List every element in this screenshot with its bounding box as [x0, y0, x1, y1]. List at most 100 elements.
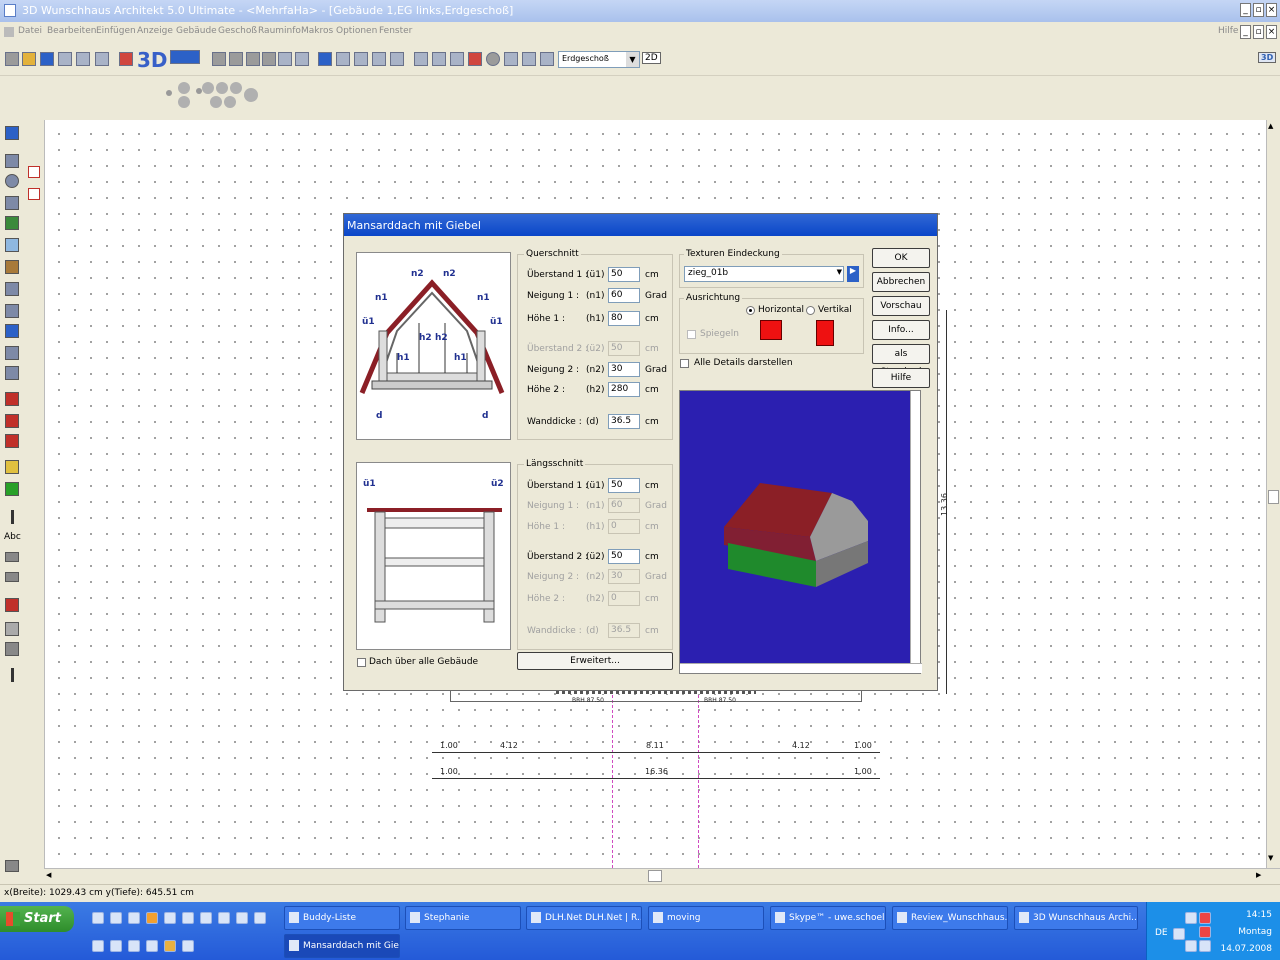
querschnitt-input-0[interactable]: 50	[608, 267, 640, 282]
tray-icon[interactable]	[1199, 926, 1211, 938]
horizontal-radio[interactable]	[746, 306, 755, 315]
alle-details-checkbox[interactable]	[680, 359, 689, 368]
laengsschnitt-input-6[interactable]: 36.5	[608, 623, 640, 638]
scroll-up-icon[interactable]: ▲	[1268, 122, 1273, 130]
menu-datei[interactable]: Datei	[18, 26, 42, 36]
dot-small-icon[interactable]	[196, 88, 202, 94]
task-review[interactable]: Review_Wunschhaus...	[892, 906, 1008, 930]
texture-browse-icon[interactable]: ▶	[847, 266, 859, 282]
laengsschnitt-input-0[interactable]: 50	[608, 478, 640, 493]
task-buddy-liste[interactable]: Buddy-Liste	[284, 906, 400, 930]
scroll-right-icon[interactable]: ▶	[1256, 871, 1261, 879]
texture-select[interactable]: zieg_01b ▼	[684, 266, 844, 282]
preview-vscroll[interactable]	[910, 391, 920, 665]
print-preview-icon[interactable]	[76, 52, 90, 66]
task-mansarddach[interactable]: Mansarddach mit Giebel	[284, 934, 400, 958]
menu-gebaeude[interactable]: Gebäude	[176, 26, 217, 36]
quicklaunch-icon[interactable]	[92, 912, 104, 924]
querschnitt-input-3[interactable]: 50	[608, 341, 640, 356]
vertical-scrollbar[interactable]: ▲ ▼	[1266, 120, 1280, 868]
horizontal-texture-swatch[interactable]	[760, 320, 782, 340]
quicklaunch-icon[interactable]	[164, 940, 176, 952]
3d-preview[interactable]	[679, 390, 922, 674]
text-ab-icon[interactable]	[504, 52, 518, 66]
round-wall-icon[interactable]	[5, 174, 19, 188]
scroll-thumb-h[interactable]	[648, 870, 662, 882]
quicklaunch-icon[interactable]	[164, 912, 176, 924]
quicklaunch-icon[interactable]	[254, 912, 266, 924]
view-2d-button[interactable]: 2D	[642, 52, 661, 64]
roof-icon[interactable]	[5, 216, 19, 230]
abbrechen-button[interactable]: Abbrechen	[872, 272, 930, 292]
querschnitt-input-4[interactable]: 30	[608, 362, 640, 377]
laengsschnitt-input-1[interactable]: 60	[608, 498, 640, 513]
furniture-icon[interactable]	[5, 392, 19, 406]
menu-fenster[interactable]: Fenster	[379, 26, 412, 36]
task-moving[interactable]: moving	[648, 906, 764, 930]
door-tool-icon[interactable]	[468, 52, 482, 66]
hilfe-button[interactable]: Hilfe	[872, 368, 930, 388]
tray-icon[interactable]	[1185, 940, 1197, 952]
list-icon[interactable]	[432, 52, 446, 66]
wall-tool-icon[interactable]	[414, 52, 428, 66]
pan-icon[interactable]	[336, 52, 350, 66]
maximize-button[interactable]: ▫	[1253, 3, 1264, 17]
querschnitt-input-1[interactable]: 60	[608, 288, 640, 303]
language-indicator[interactable]: DE	[1155, 928, 1168, 938]
quicklaunch-icon[interactable]	[92, 940, 104, 952]
task-skype[interactable]: Skype™ - uwe.schoeler	[770, 906, 886, 930]
querschnitt-input-6[interactable]: 36.5	[608, 414, 640, 429]
laengsschnitt-input-3[interactable]: 50	[608, 549, 640, 564]
dot-icon[interactable]	[210, 96, 222, 108]
scroll-down-icon[interactable]: ▼	[1268, 854, 1273, 862]
new-icon[interactable]	[5, 52, 19, 66]
abc-text-tool[interactable]: Abc	[4, 532, 21, 542]
doc-minimize-button[interactable]: _	[1240, 25, 1251, 39]
pencil-icon[interactable]	[5, 642, 19, 656]
dimension-icon[interactable]	[522, 52, 536, 66]
dot-icon[interactable]	[216, 82, 228, 94]
dot-small-icon[interactable]	[166, 90, 172, 96]
quicklaunch-icon[interactable]	[200, 912, 212, 924]
zoom-in-icon[interactable]	[278, 52, 292, 66]
kitchen-icon[interactable]	[5, 414, 19, 428]
section-icon[interactable]	[5, 598, 19, 612]
horizontal-scrollbar[interactable]: ◀ ▶	[44, 868, 1280, 884]
redo-icon[interactable]	[246, 52, 260, 66]
preview-hscroll[interactable]	[680, 663, 922, 673]
doc-maximize-button[interactable]: ▫	[1253, 25, 1264, 39]
measure-icon[interactable]	[540, 52, 554, 66]
dot-icon[interactable]	[202, 82, 214, 94]
menu-anzeige[interactable]: Anzeige	[137, 26, 173, 36]
menu-geschoss[interactable]: Geschoß	[218, 26, 257, 36]
spiegeln-checkbox[interactable]	[687, 330, 696, 339]
redo-list-icon[interactable]	[262, 52, 276, 66]
tray-icon[interactable]	[1199, 912, 1211, 924]
erweitert-button[interactable]: Erweitert...	[517, 652, 673, 670]
quicklaunch-icon[interactable]	[128, 912, 140, 924]
als-standard-button[interactable]: als Standard	[872, 344, 930, 377]
stair-icon[interactable]	[5, 260, 19, 274]
grid-icon[interactable]	[354, 52, 368, 66]
window-icon[interactable]	[5, 282, 19, 296]
tray-icon[interactable]	[1173, 928, 1185, 940]
vorschau-button[interactable]: Vorschau	[872, 296, 930, 316]
terrain-icon[interactable]	[5, 482, 19, 496]
quicklaunch-icon[interactable]	[218, 912, 230, 924]
house-3d-icon[interactable]	[170, 50, 200, 64]
quicklaunch-icon[interactable]	[146, 912, 158, 924]
dot-icon[interactable]	[178, 82, 190, 94]
quicklaunch-icon[interactable]	[110, 940, 122, 952]
bath-icon[interactable]	[5, 434, 19, 448]
3d-logo[interactable]: 3D	[137, 48, 168, 72]
info-button[interactable]: Info...	[872, 320, 930, 340]
dot-icon[interactable]	[224, 96, 236, 108]
tray-icon[interactable]	[1199, 940, 1211, 952]
minimize-button[interactable]: _	[1240, 3, 1251, 17]
vertical-texture-swatch[interactable]	[816, 320, 834, 346]
zoom-out-icon[interactable]	[295, 52, 309, 66]
select-mode-2-icon[interactable]	[28, 188, 40, 200]
object-icon[interactable]	[5, 366, 19, 380]
print-icon[interactable]	[58, 52, 72, 66]
undo-list-icon[interactable]	[229, 52, 243, 66]
